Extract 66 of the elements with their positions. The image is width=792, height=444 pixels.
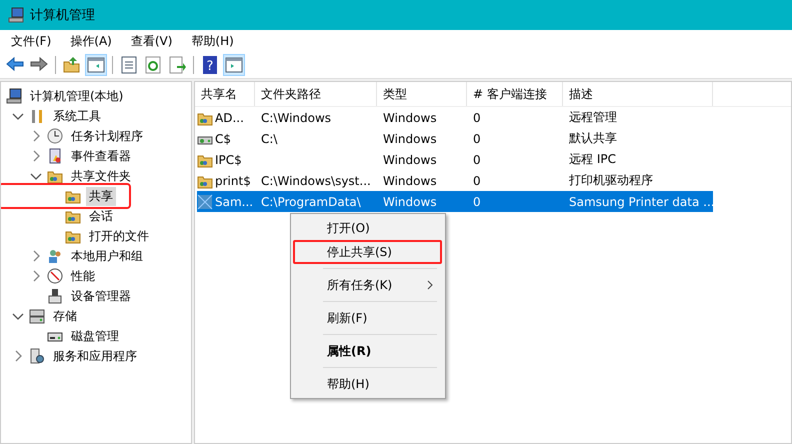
table-cell: Windows [383,152,437,166]
table-cell: 0 [473,110,481,124]
tree-item[interactable]: 事件查看器 [68,146,134,166]
table-cell: C$ [215,132,232,146]
column-header[interactable]: 共享名 [195,82,255,106]
table-cell: IPC$ [215,152,242,166]
table-cell: Windows [383,194,437,208]
table-cell: 0 [473,174,481,188]
menu-item[interactable]: 刷新(F) [293,306,442,330]
tree-item[interactable]: 存储 [50,306,80,326]
device-icon [47,288,63,304]
computer-icon [6,88,22,104]
storage-icon [29,308,45,324]
shared-printer-icon [197,194,213,210]
tree-item[interactable]: 共享文件夹 [68,166,134,186]
table-cell: 远程 IPC [569,151,616,168]
menu-item[interactable]: 查看(V) [124,32,180,50]
table-cell: 默认共享 [569,130,617,147]
column-header[interactable]: 描述 [563,82,713,106]
table-cell: 0 [473,194,481,208]
menu-item[interactable]: 属性(R) [293,339,442,363]
tree-item[interactable]: 本地用户和组 [68,246,146,266]
table-cell: C:\Windows\syst... [261,174,371,188]
tree-item[interactable]: 设备管理器 [68,286,134,306]
column-header[interactable]: # 客户端连接 [467,82,563,106]
tree-item[interactable]: 性能 [68,266,98,286]
users-icon [47,248,63,264]
table-cell: 0 [473,152,481,166]
table-cell: Windows [383,110,437,124]
table-cell: AD... [215,110,244,124]
table-cell: C:\Windows [261,110,332,124]
computer-icon [8,7,24,23]
menu-item[interactable]: 打开(O) [293,216,442,240]
menu-item[interactable]: 帮助(H) [293,372,442,396]
table-cell: 打印机驱动程序 [569,172,653,189]
menu-item[interactable]: 停止共享(S) [293,240,442,264]
tree-item[interactable]: 服务和应用程序 [50,346,140,366]
services-icon [29,348,45,364]
menu-item[interactable]: 帮助(H) [184,32,241,50]
tree-item[interactable]: 打开的文件 [86,226,152,246]
menu-item[interactable]: 所有任务(K) [293,273,442,297]
table-cell: print$ [215,174,251,188]
table-cell: C:\ [261,132,278,146]
table-cell: 远程管理 [569,109,617,126]
tree-item[interactable]: 任务计划程序 [68,126,146,146]
tree-item[interactable]: 共享 [86,186,116,206]
table-cell: Sam... [215,194,254,208]
table-cell: C:\ProgramData\ [261,194,361,208]
tree-item[interactable]: 磁盘管理 [68,326,122,346]
table-cell: 0 [473,132,481,146]
pane-toggle-button[interactable] [223,54,245,76]
tree-item[interactable]: 计算机管理(本地) [27,86,126,106]
column-header[interactable]: 类型 [377,82,467,106]
gauge-icon [47,268,63,284]
pane-toggle-button[interactable] [85,54,107,76]
menu-item[interactable]: 文件(F) [4,32,58,50]
tree-item[interactable]: 会话 [86,206,116,226]
tree-item[interactable]: 系统工具 [50,106,104,126]
menu-item[interactable]: 操作(A) [63,32,119,50]
table-cell: Windows [383,132,437,146]
column-header[interactable]: 文件夹路径 [255,82,377,106]
log-icon [47,148,63,164]
table-cell: Windows [383,174,437,188]
window-title: 计算机管理 [30,7,95,24]
clock-icon [47,128,63,144]
tools-icon [29,108,45,124]
